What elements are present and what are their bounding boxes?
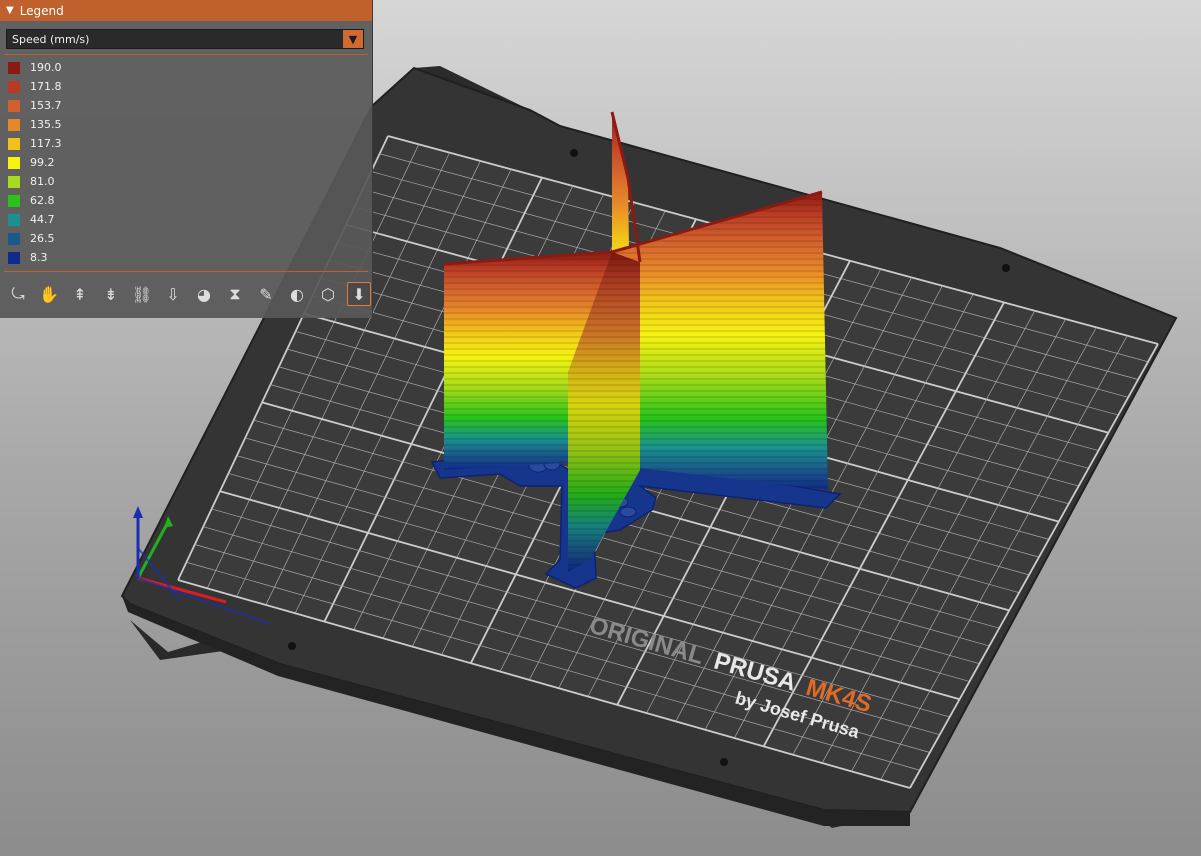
legend-panel: ▼ Legend Speed (mm/s) ▼ 190.0 171.8 153.7 1… [0, 0, 373, 318]
legend-header[interactable]: ▼ Legend [0, 0, 372, 21]
deretractions-icon[interactable]: ⇟ [99, 282, 123, 306]
legend-swatch [8, 175, 20, 188]
tool-marker-icon[interactable]: ⬇ [347, 282, 371, 306]
legend-value: 171.8 [30, 80, 62, 93]
legend-value: 44.7 [30, 213, 55, 226]
legend-value: 62.8 [30, 194, 55, 207]
legend-value: 190.0 [30, 61, 62, 74]
legend-entry: 153.7 [8, 96, 62, 115]
legend-value: 81.0 [30, 175, 55, 188]
legend-swatch [8, 137, 20, 150]
legend-divider-top [4, 54, 368, 55]
legend-value: 99.2 [30, 156, 55, 169]
legend-value: 26.5 [30, 232, 55, 245]
color-changes-icon[interactable]: ◕ [192, 282, 216, 306]
legend-entry: 135.5 [8, 115, 62, 134]
legend-swatch [8, 80, 20, 93]
legend-entry: 81.0 [8, 172, 62, 191]
view-type-value: Speed (mm/s) [12, 32, 90, 46]
legend-swatch [8, 61, 20, 74]
legend-swatch [8, 99, 20, 112]
legend-entry: 8.3 [8, 248, 62, 267]
legend-swatch [8, 118, 20, 131]
legend-value: 135.5 [30, 118, 62, 131]
wipe-icon[interactable]: ✋ [37, 282, 61, 306]
legend-swatch [8, 156, 20, 169]
legend-swatch [8, 213, 20, 226]
legend-entry: 26.5 [8, 229, 62, 248]
legend-value: 153.7 [30, 99, 62, 112]
tool-changes-icon[interactable]: ⇩ [161, 282, 185, 306]
retractions-icon[interactable]: ⇞ [68, 282, 92, 306]
legend-entry: 62.8 [8, 191, 62, 210]
legend-divider-bottom [4, 271, 368, 272]
legend-entry: 171.8 [8, 77, 62, 96]
shells-icon[interactable]: ⬡ [316, 282, 340, 306]
preview-options-toolbar: ⤿ ✋ ⇞ ⇟ ⛓ ⇩ ◕ ⧗ ✎ ◐ ⬡ ⬇ [6, 282, 371, 306]
legend-value: 117.3 [30, 137, 62, 150]
legend-entry: 190.0 [8, 58, 62, 77]
legend-swatch [8, 251, 20, 264]
view-type-dropdown[interactable]: Speed (mm/s) ▼ [6, 29, 364, 49]
legend-swatch [8, 232, 20, 245]
legend-color-scale: 190.0 171.8 153.7 135.5 117.3 99.2 81.0 62.8 44.… [8, 58, 62, 267]
legend-value: 8.3 [30, 251, 48, 264]
chevron-down-icon[interactable]: ▼ [343, 30, 363, 48]
pause-icon[interactable]: ⧗ [223, 282, 247, 306]
seams-icon[interactable]: ⛓ [130, 282, 154, 306]
legend-title: Legend [19, 3, 64, 18]
legend-entry: 44.7 [8, 210, 62, 229]
legend-swatch [8, 194, 20, 207]
travel-icon[interactable]: ⤿ [6, 282, 30, 306]
legend-entry: 99.2 [8, 153, 62, 172]
center-of-gravity-icon[interactable]: ◐ [285, 282, 309, 306]
legend-entry: 117.3 [8, 134, 62, 153]
collapse-triangle-icon[interactable]: ▼ [6, 5, 14, 16]
custom-gcode-icon[interactable]: ✎ [254, 282, 278, 306]
